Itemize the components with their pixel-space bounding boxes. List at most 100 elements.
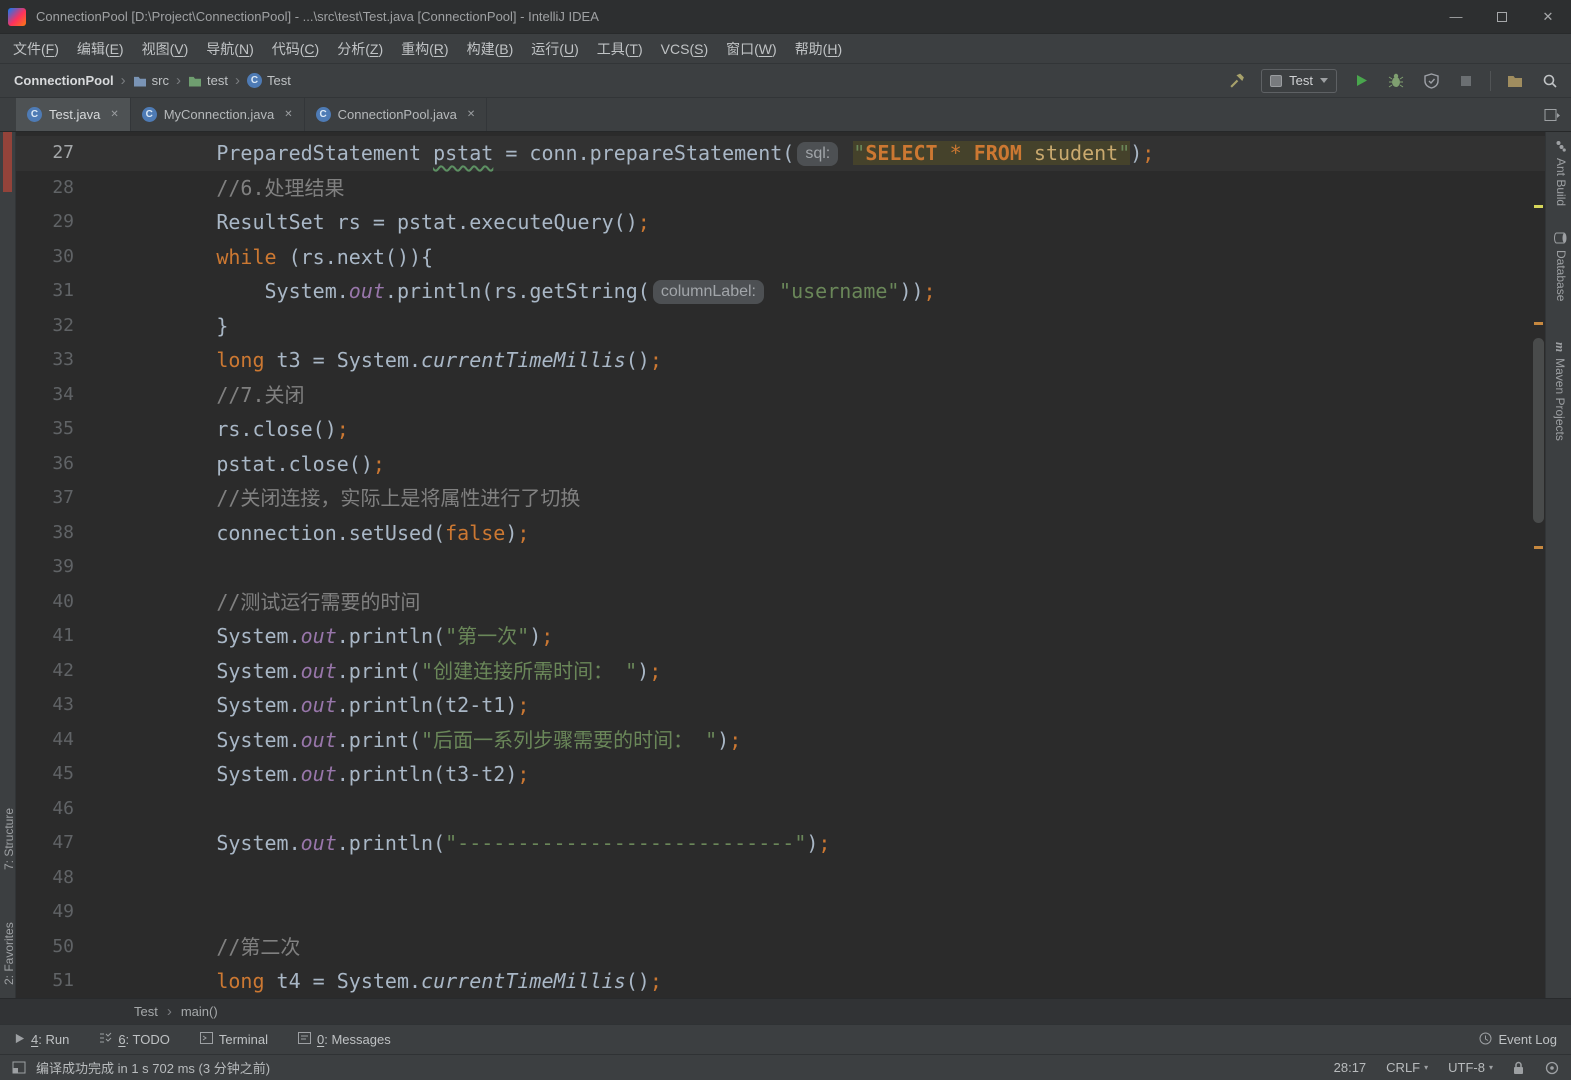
editor-scrollbar[interactable]	[1530, 132, 1545, 998]
close-window-button[interactable]: ✕	[1525, 0, 1571, 33]
breadcrumb-method[interactable]: main()	[181, 1004, 218, 1019]
code-line-41[interactable]: 41 System.out.println("第一次");	[16, 619, 1545, 654]
run-configuration-select[interactable]: Test	[1261, 68, 1337, 93]
code-line-50[interactable]: 50 //第二次	[16, 930, 1545, 965]
code-line-32[interactable]: 32 }	[16, 309, 1545, 344]
line-number[interactable]: 44	[16, 723, 120, 758]
code-line-45[interactable]: 45 System.out.println(t3-t2);	[16, 757, 1545, 792]
tool-button-event-log[interactable]: Event Log	[1479, 1032, 1557, 1048]
menu-item-11[interactable]: 窗口(W)	[717, 39, 786, 59]
minimize-button[interactable]: —	[1433, 0, 1479, 33]
run-button[interactable]	[1350, 70, 1372, 92]
menu-item-8[interactable]: 运行(U)	[522, 39, 587, 59]
menu-item-3[interactable]: 导航(N)	[197, 39, 262, 59]
maximize-button[interactable]	[1479, 0, 1525, 33]
file-encoding[interactable]: UTF-8	[1448, 1060, 1493, 1075]
line-number[interactable]: 32	[16, 309, 120, 344]
breadcrumb-item-connectionpool[interactable]: ConnectionPool	[10, 71, 118, 90]
line-number[interactable]: 38	[16, 516, 120, 551]
code-line-46[interactable]: 46	[16, 792, 1545, 827]
tool-button-terminal[interactable]: Terminal	[199, 1032, 268, 1047]
line-number[interactable]: 28	[16, 171, 120, 206]
line-number[interactable]: 27	[16, 136, 120, 171]
line-number[interactable]: 37	[16, 481, 120, 516]
tool-button-ant-build[interactable]: Ant Build	[1554, 140, 1568, 206]
scrollbar-thumb[interactable]	[1533, 338, 1544, 523]
menu-item-1[interactable]: 编辑(E)	[68, 39, 133, 59]
breadcrumb-item-test[interactable]: C Test	[243, 71, 295, 90]
tool-button-favorites[interactable]: 2: Favorites	[2, 922, 16, 985]
line-number[interactable]: 49	[16, 895, 120, 930]
menu-item-0[interactable]: 文件(F)	[4, 39, 68, 59]
tool-button-database[interactable]: Database	[1554, 232, 1568, 301]
line-number[interactable]: 36	[16, 447, 120, 482]
lock-icon[interactable]	[1513, 1061, 1525, 1075]
indicator-icon[interactable]	[1545, 1061, 1559, 1075]
tool-button-6-todo[interactable]: 6: TODO	[99, 1032, 170, 1047]
stop-button[interactable]	[1455, 70, 1477, 92]
tab-options-icon[interactable]	[1544, 108, 1561, 122]
build-hammer-icon[interactable]	[1226, 70, 1248, 92]
code-line-48[interactable]: 48	[16, 861, 1545, 896]
code-line-33[interactable]: 33 long t3 = System.currentTimeMillis();	[16, 343, 1545, 378]
code-line-43[interactable]: 43 System.out.println(t2-t1);	[16, 688, 1545, 723]
code-line-34[interactable]: 34 //7.关闭	[16, 378, 1545, 413]
editor-pane[interactable]: 27 PreparedStatement pstat = conn.prepar…	[16, 132, 1545, 998]
line-number[interactable]: 41	[16, 619, 120, 654]
line-number[interactable]: 39	[16, 550, 120, 585]
line-separator[interactable]: CRLF	[1386, 1060, 1428, 1075]
tool-button-structure[interactable]: 7: Structure	[2, 808, 16, 870]
tool-button-0-messages[interactable]: 0: Messages	[297, 1032, 391, 1047]
coverage-button[interactable]	[1420, 70, 1442, 92]
line-number[interactable]: 40	[16, 585, 120, 620]
code-line-27[interactable]: 27 PreparedStatement pstat = conn.prepar…	[16, 136, 1545, 171]
menu-item-10[interactable]: VCS(S)	[652, 41, 717, 57]
line-number[interactable]: 31	[16, 274, 120, 309]
code-line-49[interactable]: 49	[16, 895, 1545, 930]
line-number[interactable]: 42	[16, 654, 120, 689]
code-line-35[interactable]: 35 rs.close();	[16, 412, 1545, 447]
code-line-29[interactable]: 29 ResultSet rs = pstat.executeQuery();	[16, 205, 1545, 240]
line-number[interactable]: 35	[16, 412, 120, 447]
line-number[interactable]: 29	[16, 205, 120, 240]
line-number[interactable]: 48	[16, 861, 120, 896]
folder-icon[interactable]	[1504, 70, 1526, 92]
line-number[interactable]: 30	[16, 240, 120, 275]
code-line-31[interactable]: 31 System.out.println(rs.getString(colum…	[16, 274, 1545, 309]
line-number[interactable]: 33	[16, 343, 120, 378]
close-icon[interactable]: ✕	[284, 109, 292, 120]
code-line-47[interactable]: 47 System.out.println("-----------------…	[16, 826, 1545, 861]
tool-button-4-run[interactable]: 4: Run	[14, 1032, 69, 1047]
line-number[interactable]: 34	[16, 378, 120, 413]
line-number[interactable]: 50	[16, 930, 120, 965]
code-line-44[interactable]: 44 System.out.print("后面一系列步骤需要的时间： ");	[16, 723, 1545, 758]
code-line-39[interactable]: 39	[16, 550, 1545, 585]
toolwindow-toggle-icon[interactable]	[12, 1061, 26, 1074]
debug-button[interactable]	[1385, 70, 1407, 92]
close-icon[interactable]: ✕	[467, 109, 475, 120]
menu-item-2[interactable]: 视图(V)	[133, 39, 198, 59]
code-line-42[interactable]: 42 System.out.print("创建连接所需时间： ");	[16, 654, 1545, 689]
code-line-37[interactable]: 37 //关闭连接，实际上是将属性进行了切换	[16, 481, 1545, 516]
search-icon[interactable]	[1539, 70, 1561, 92]
line-number[interactable]: 46	[16, 792, 120, 827]
menu-item-4[interactable]: 代码(C)	[263, 39, 328, 59]
code-line-28[interactable]: 28 //6.处理结果	[16, 171, 1545, 206]
menu-item-6[interactable]: 重构(R)	[392, 39, 457, 59]
breadcrumb-item-test[interactable]: test	[184, 71, 232, 90]
menu-item-12[interactable]: 帮助(H)	[786, 39, 851, 59]
breadcrumb-class[interactable]: Test	[134, 1004, 158, 1019]
code-line-51[interactable]: 51 long t4 = System.currentTimeMillis();	[16, 964, 1545, 998]
line-number[interactable]: 47	[16, 826, 120, 861]
code-line-38[interactable]: 38 connection.setUsed(false);	[16, 516, 1545, 551]
tab-connectionpool.java[interactable]: C ConnectionPool.java ✕	[305, 98, 488, 131]
code-line-30[interactable]: 30 while (rs.next()){	[16, 240, 1545, 275]
code-line-36[interactable]: 36 pstat.close();	[16, 447, 1545, 482]
tab-myconnection.java[interactable]: C MyConnection.java ✕	[131, 98, 305, 131]
tab-test.java[interactable]: C Test.java ✕	[16, 98, 131, 131]
tool-button-maven-projects[interactable]: m Maven Projects	[1552, 342, 1568, 441]
menu-item-7[interactable]: 构建(B)	[458, 39, 523, 59]
code-line-40[interactable]: 40 //测试运行需要的时间	[16, 585, 1545, 620]
line-number[interactable]: 45	[16, 757, 120, 792]
close-icon[interactable]: ✕	[110, 109, 118, 120]
